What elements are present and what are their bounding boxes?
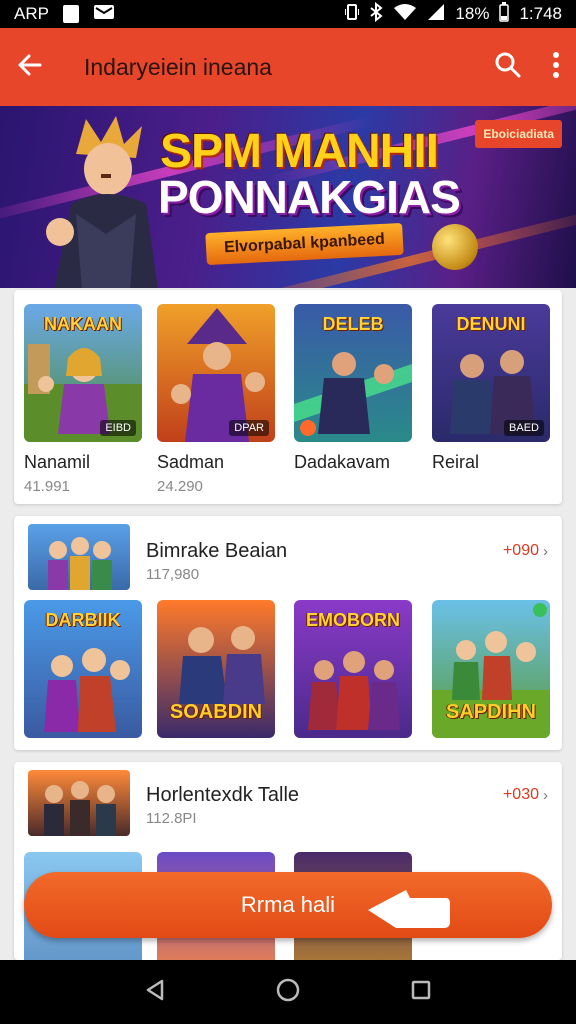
coin-icon [432, 224, 478, 270]
battery-icon [499, 1, 510, 27]
pointing-hand-icon [368, 890, 450, 928]
tile-bottom-title: SOABDIN [169, 701, 263, 723]
banner-ribbon: Elvorpabal kpanbeed [205, 222, 404, 266]
mail-icon [93, 4, 115, 25]
promo-banner[interactable]: SPM MANHII PONNAKGIAS Elvorpabal kpanbee… [0, 106, 576, 288]
cta-label: Rrma hali [240, 892, 336, 917]
section-card: Bimrake Beaian 117,980 +090 › DARBIIK SO… [14, 516, 562, 750]
recents-nav-icon[interactable] [410, 979, 432, 1006]
bluetooth-icon [369, 1, 384, 27]
game-meta: 41.991 [24, 478, 70, 495]
game-tile[interactable]: NAKAAN EIBD [24, 304, 142, 442]
game-name[interactable]: Reiral [432, 452, 479, 473]
section-title[interactable]: Horlentexdk Talle [146, 784, 299, 807]
section-thumbnail[interactable] [28, 770, 130, 836]
game-tile[interactable]: SOABDIN [157, 600, 275, 738]
game-name[interactable]: Nanamil [24, 452, 90, 473]
tile-title: EMOBORN [306, 610, 400, 630]
system-nav-bar [0, 960, 576, 1024]
tile-title: DELEB [322, 314, 384, 334]
signal-icon [427, 3, 445, 26]
game-tile[interactable]: DPAR [157, 304, 275, 442]
back-nav-icon[interactable] [144, 978, 166, 1007]
banner-tag[interactable]: Eboiciadiata [475, 120, 562, 148]
section-thumb-image [44, 781, 116, 836]
app-bar: Indaryeiein ineana [0, 28, 576, 106]
back-arrow-icon[interactable] [16, 51, 44, 84]
more-vert-icon[interactable] [552, 51, 560, 83]
primary-action-button[interactable]: Rrma hali [24, 872, 552, 938]
tile-bottom-title: SAPDIHN [445, 701, 536, 723]
banner-subtitle: PONNAKGIAS [158, 171, 461, 223]
tile-badge: EIBD [100, 420, 136, 436]
battery-percent: 18% [455, 4, 490, 23]
tile-badge: BAED [504, 420, 544, 436]
game-name[interactable]: Dadakavam [294, 452, 390, 473]
section-meta: 117,980 [146, 566, 200, 583]
page-title: Indaryeiein ineana [84, 53, 272, 80]
hero-character-image [46, 116, 158, 288]
section-title[interactable]: Bimrake Beaian [146, 540, 287, 563]
section-thumb-image [48, 537, 112, 590]
section-meta: 112.8PI [146, 810, 197, 827]
game-tile[interactable]: SAPDIHN [432, 600, 550, 738]
search-icon[interactable] [494, 51, 522, 84]
tile-badge: DPAR [229, 420, 269, 436]
status-bar: ARP 18% 1:748 [0, 0, 576, 28]
tile-title: DENUNI [456, 314, 526, 334]
game-tile[interactable]: DELEB [294, 304, 412, 442]
tile-title: DARBIIK [45, 610, 121, 630]
status-left-text: ARP [14, 4, 49, 23]
game-tile[interactable]: DARBIIK [24, 600, 142, 738]
section-price[interactable]: +030 › [503, 786, 548, 804]
price-value: +090 [502, 542, 539, 559]
game-meta: 24.290 [157, 478, 203, 495]
price-value: +030 [502, 786, 539, 803]
game-tile[interactable]: EMOBORN [294, 600, 412, 738]
notification-icon [62, 5, 79, 23]
clock: 1:748 [519, 4, 562, 23]
chevron-right-icon: › [543, 786, 548, 804]
wifi-icon [393, 3, 417, 26]
game-name[interactable]: Sadman [157, 452, 224, 473]
featured-games-card: NAKAAN EIBD DPAR DELEB DENUNI BAED Nanam… [14, 290, 562, 504]
chevron-right-icon: › [543, 542, 548, 560]
section-thumbnail[interactable] [28, 524, 130, 590]
tile-title: NAKAAN [44, 314, 122, 334]
home-nav-icon[interactable] [275, 977, 301, 1008]
game-tile[interactable]: DENUNI BAED [432, 304, 550, 442]
section-price[interactable]: +090 › [503, 542, 548, 560]
vibrate-icon [344, 3, 361, 26]
